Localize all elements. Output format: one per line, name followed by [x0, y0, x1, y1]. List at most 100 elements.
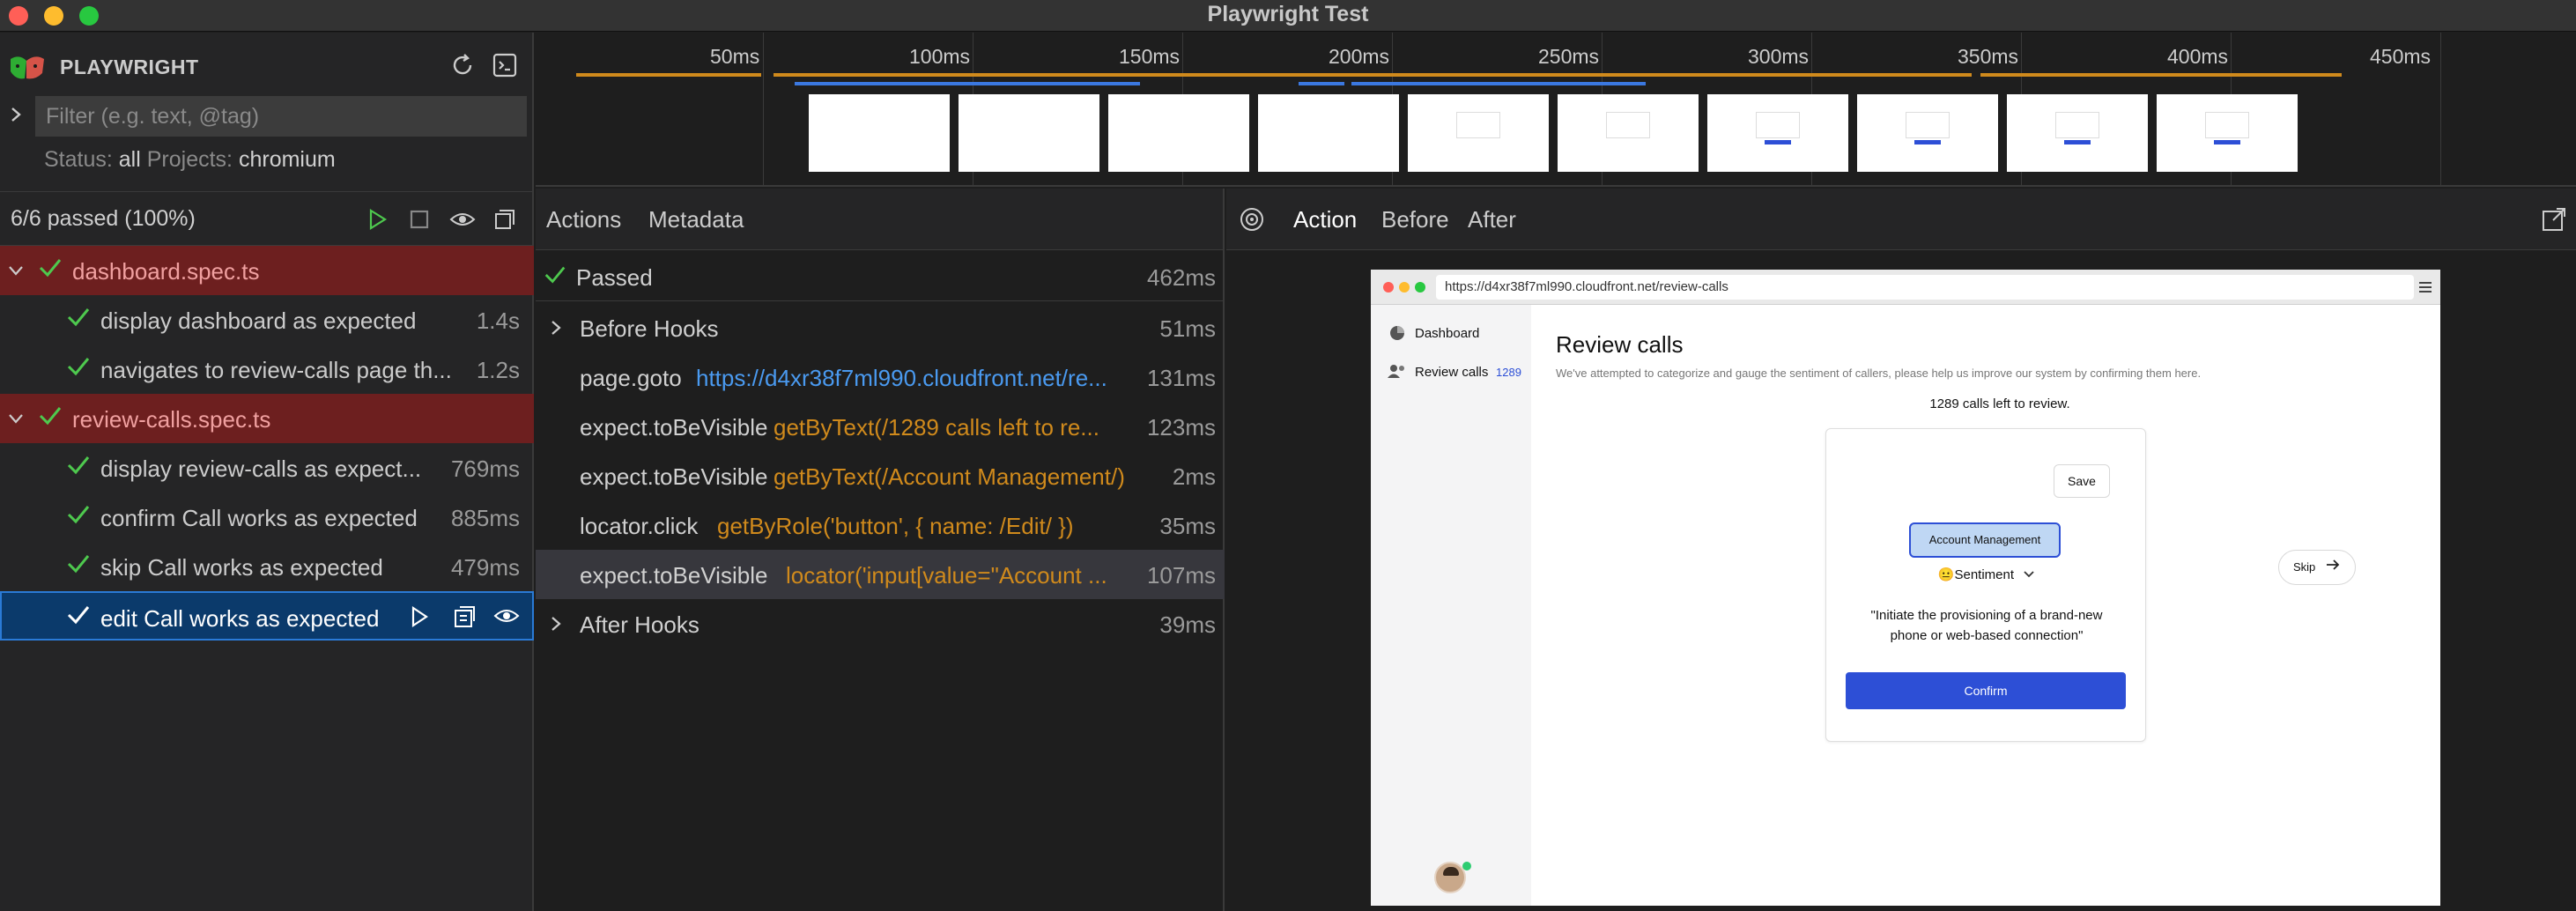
snapshot-url: https://d4xr38f7ml990.cloudfront.net/rev… [1436, 275, 2414, 300]
action-argument: https://d4xr38f7ml990.cloudfront.net/re.… [696, 365, 1107, 391]
nav-review-calls[interactable]: Review calls [1415, 365, 1488, 380]
action-row-before-hooks[interactable]: Before Hooks 51ms [536, 303, 1225, 352]
timeline-thumbnail[interactable] [1857, 94, 1998, 172]
pass-check-icon [67, 456, 90, 475]
action-row-locator-click[interactable]: locator.click getByRole('button', { name… [536, 500, 1225, 550]
action-argument: getByRole('button', { name: /Edit/ }) [717, 513, 1074, 539]
timeline-thumbnail[interactable] [1408, 94, 1549, 172]
passed-summary: 6/6 passed (100%) [11, 206, 196, 231]
calls-left-text: 1289 calls left to review. [1929, 396, 2070, 411]
skip-label: Skip [2293, 560, 2316, 574]
timeline-thumbnail[interactable] [2157, 94, 2298, 172]
timeline-thumbnail[interactable] [1108, 94, 1249, 172]
tree-test-confirm-call[interactable]: confirm Call works as expected 885ms [0, 493, 534, 542]
action-row-page-goto[interactable]: page.goto https://d4xr38f7ml990.cloudfro… [536, 352, 1225, 402]
arrow-right-icon [2326, 559, 2340, 570]
tree-test-skip-call[interactable]: skip Call works as expected 479ms [0, 542, 534, 591]
timeline-thumbnail[interactable] [959, 94, 1099, 172]
tab-metadata[interactable]: Metadata [648, 206, 744, 233]
test-duration: 1.2s [476, 357, 520, 383]
tree-file-review-calls-spec[interactable]: review-calls.spec.ts [0, 394, 534, 443]
run-all-icon[interactable] [366, 208, 388, 231]
sentiment-label: Sentiment [1954, 567, 2015, 582]
tab-actions[interactable]: Actions [546, 206, 621, 233]
timeline-thumbnail[interactable] [809, 94, 950, 172]
tab-before[interactable]: Before [1381, 206, 1449, 233]
timeline-thumbnail[interactable] [1707, 94, 1848, 172]
timeline-thumbnail[interactable] [1258, 94, 1399, 172]
timeline[interactable]: 50ms 100ms 150ms 200ms 250ms 300ms 350ms… [536, 33, 2576, 187]
hamburger-menu-icon[interactable] [2417, 280, 2433, 294]
avatar[interactable] [1434, 862, 1466, 893]
status-value[interactable]: all [119, 147, 141, 172]
tree-test-edit-call[interactable]: edit Call works as expected [0, 591, 534, 641]
category-input[interactable]: Account Management [1909, 522, 2061, 558]
timeline-thumbnail[interactable] [1558, 94, 1699, 172]
snapshot-sidebar: Dashboard Review calls 1289 [1371, 305, 1531, 906]
watch-test-icon[interactable] [493, 605, 520, 626]
pass-check-icon [39, 259, 62, 278]
tree-test-display-review-calls[interactable]: display review-calls as expect... 769ms [0, 443, 534, 493]
terminal-icon[interactable] [492, 52, 518, 78]
sentiment-emoji-icon: 😐 [1937, 567, 1955, 582]
pick-locator-icon[interactable] [1239, 206, 1265, 233]
watch-all-icon[interactable] [449, 209, 476, 230]
action-argument: locator('input[value="Account ... [786, 562, 1107, 589]
collapse-all-icon[interactable] [493, 208, 516, 231]
pass-check-icon [67, 506, 90, 524]
stop-icon[interactable] [409, 209, 430, 230]
tree-test-navigates-review-calls[interactable]: navigates to review-calls page th... 1.2… [0, 344, 534, 394]
snapshot-main: Review calls We've attempted to categori… [1531, 305, 2440, 906]
tree-item-label: skip Call works as expected [100, 554, 383, 581]
tree-item-label: dashboard.spec.ts [72, 258, 260, 285]
chevron-down-icon[interactable] [7, 262, 25, 279]
action-name: expect.toBeVisible [580, 463, 768, 490]
action-duration: 35ms [1159, 513, 1216, 539]
call-card: Save Account Management 😐Sentiment "Init… [1825, 428, 2146, 742]
action-row-expect-visible[interactable]: expect.toBeVisible getByText(/1289 calls… [536, 402, 1225, 451]
action-duration: 131ms [1146, 365, 1216, 391]
action-row-expect-visible-selected[interactable]: expect.toBeVisible locator('input[value=… [536, 550, 1225, 599]
save-button[interactable]: Save [2054, 464, 2110, 498]
filter-input[interactable] [35, 96, 527, 137]
review-calls-icon [1388, 365, 1404, 378]
reload-icon[interactable] [449, 52, 476, 78]
review-calls-badge: 1289 [1496, 366, 1521, 379]
timeline-tick: 50ms [710, 45, 760, 68]
skip-button[interactable]: Skip [2278, 550, 2356, 585]
tab-action[interactable]: Action [1293, 206, 1357, 233]
timeline-tick: 400ms [2167, 45, 2229, 68]
window-titlebar: Playwright Test [0, 0, 2576, 32]
chevron-down-icon[interactable] [7, 410, 25, 427]
tab-after[interactable]: After [1468, 206, 1516, 233]
action-row-expect-visible[interactable]: expect.toBeVisible getByText(/Account Ma… [536, 451, 1225, 500]
projects-value[interactable]: chromium [239, 147, 336, 172]
actions-tabbar: Actions Metadata [536, 189, 1223, 250]
actions-panel: Actions Metadata Passed 462ms Before Hoo… [536, 189, 1225, 911]
action-row-after-hooks[interactable]: After Hooks 39ms [536, 599, 1225, 648]
run-test-icon[interactable] [409, 604, 430, 629]
playwright-logo-icon [11, 56, 44, 79]
sentiment-dropdown[interactable]: 😐Sentiment [1826, 567, 2147, 582]
pass-check-icon [544, 266, 566, 284]
passed-label: Passed [576, 264, 653, 291]
timeline-thumbnail[interactable] [2007, 94, 2148, 172]
status-filter[interactable]: Status: all Projects: chromium [44, 147, 336, 173]
window-title: Playwright Test [1207, 2, 1369, 26]
call-transcript-quote: "Initiate the provisioning of a brand-ne… [1870, 608, 2103, 643]
open-external-icon[interactable] [2541, 206, 2567, 233]
timeline-tick: 200ms [1329, 45, 1390, 68]
confirm-button[interactable]: Confirm [1846, 672, 2126, 709]
tree-test-display-dashboard[interactable]: display dashboard as expected 1.4s [0, 295, 534, 344]
status-label: Status: [44, 147, 113, 172]
tree-file-dashboard-spec[interactable]: dashboard.spec.ts [0, 246, 534, 295]
timeline-tick: 250ms [1538, 45, 1600, 68]
open-source-icon[interactable] [451, 604, 477, 630]
action-duration: 123ms [1146, 414, 1216, 441]
chevron-right-icon[interactable] [548, 319, 564, 337]
chevron-right-icon[interactable] [548, 615, 564, 633]
chevron-right-icon[interactable] [7, 105, 25, 124]
nav-dashboard[interactable]: Dashboard [1415, 326, 1479, 341]
pass-check-icon [39, 407, 62, 426]
action-duration: 39ms [1159, 611, 1216, 638]
